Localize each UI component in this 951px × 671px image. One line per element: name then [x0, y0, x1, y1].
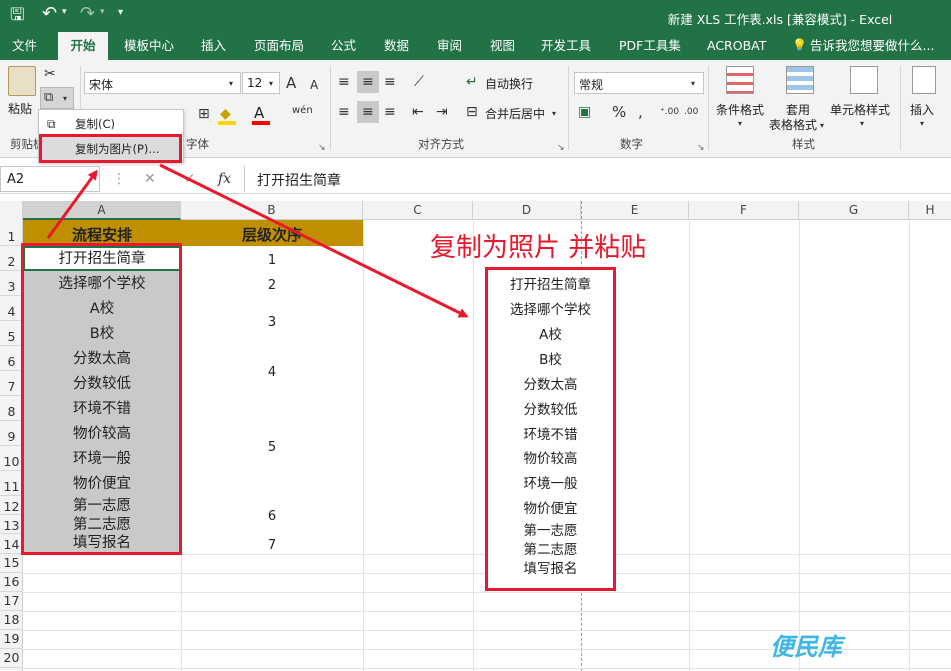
annotation-arrows: [46, 163, 469, 318]
arrow-to-picture: [159, 163, 469, 318]
arrow-to-menu: [46, 169, 98, 239]
watermark-logo: 便民库: [770, 633, 842, 661]
